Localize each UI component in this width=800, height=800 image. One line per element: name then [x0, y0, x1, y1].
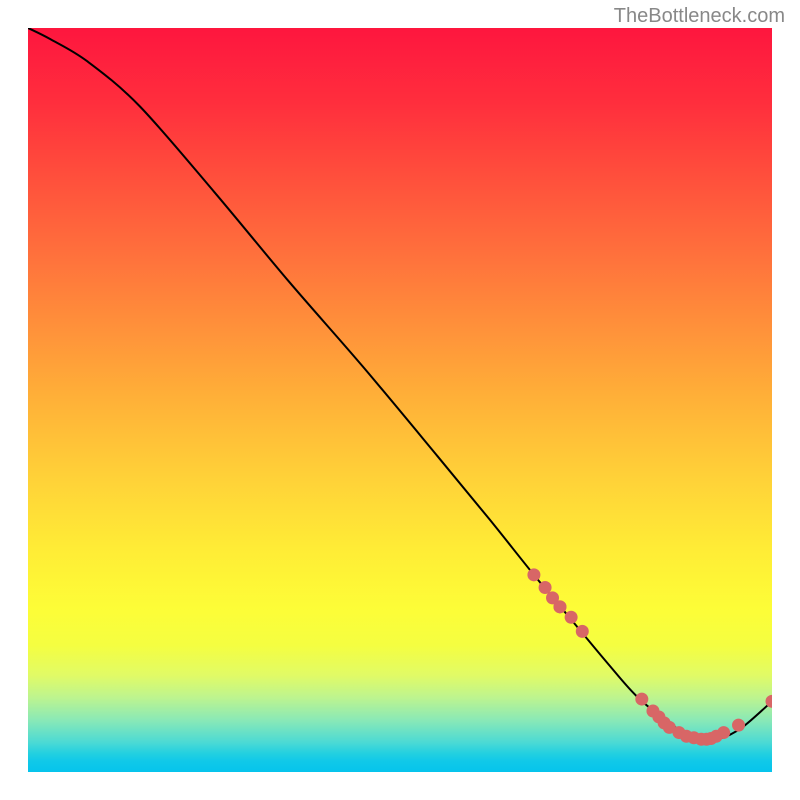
bottleneck-curve [28, 28, 772, 740]
data-points [527, 568, 772, 745]
data-point [565, 611, 578, 624]
data-point [635, 693, 648, 706]
data-point [717, 726, 730, 739]
chart-plot [28, 28, 772, 772]
watermark-text: TheBottleneck.com [614, 5, 785, 28]
data-point [732, 719, 745, 732]
chart-area [28, 28, 772, 772]
chart-container: TheBottleneck.com [0, 0, 800, 800]
data-point [576, 625, 589, 638]
data-point [539, 581, 552, 594]
data-point [553, 600, 566, 613]
data-point [527, 568, 540, 581]
